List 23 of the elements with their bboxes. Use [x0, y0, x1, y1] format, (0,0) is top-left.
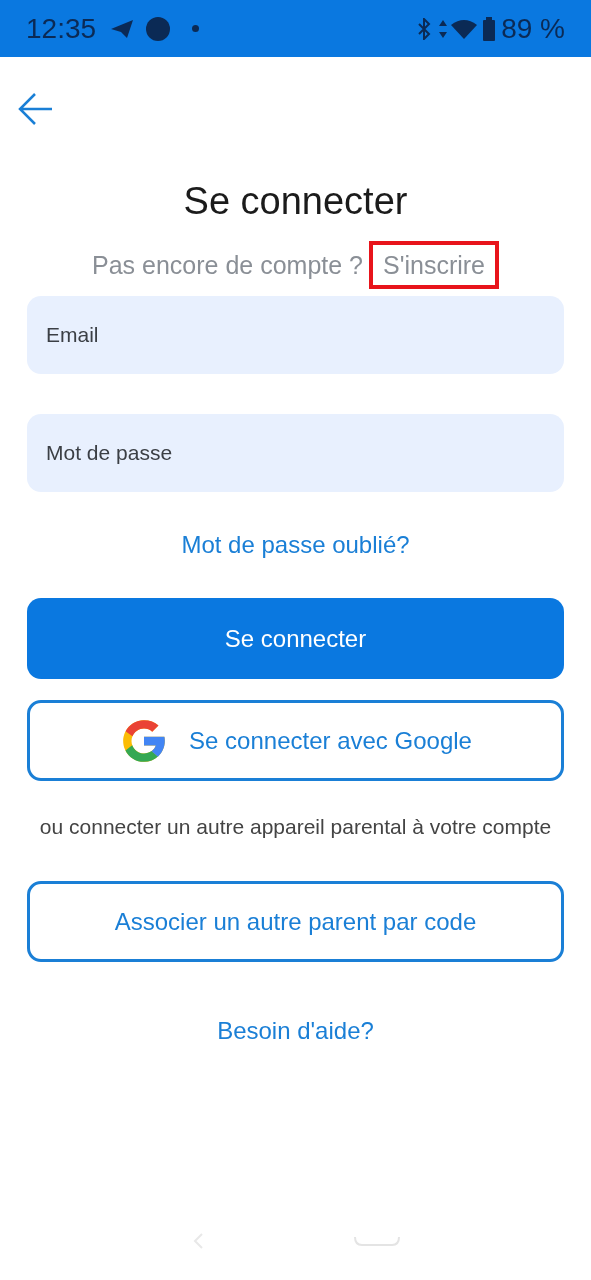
signup-prompt: Pas encore de compte ?	[92, 250, 363, 281]
associate-parent-button[interactable]: Associer un autre parent par code	[27, 881, 564, 962]
input-field[interactable]: Mot de passe	[27, 414, 564, 492]
bluetooth-icon	[417, 17, 432, 40]
page-title: Se connecter	[183, 179, 408, 224]
help-link[interactable]: Besoin d'aide?	[217, 1016, 374, 1046]
dot-icon	[192, 25, 200, 32]
clock-time: 12:35	[26, 11, 97, 46]
home-pill-icon[interactable]	[353, 1236, 400, 1246]
google-login-button[interactable]: Se connecter avec Google	[27, 700, 564, 781]
circle-icon	[146, 16, 171, 41]
data-arrows-icon	[439, 19, 448, 38]
back-arrow-icon[interactable]	[18, 91, 54, 127]
input-field[interactable]: Email	[27, 296, 564, 374]
wifi-icon	[451, 18, 478, 39]
paper-plane-icon	[110, 17, 135, 40]
forgot-password-link[interactable]: Mot de passe oublié?	[181, 530, 410, 560]
login-button[interactable]: Se connecter	[27, 598, 564, 679]
signup-link[interactable]: S'inscrire	[369, 241, 499, 289]
battery-percentage: 89 %	[501, 11, 565, 46]
other-device-text: ou connecter un autre appareil parental à votre compte	[38, 814, 553, 840]
google-login-label: Se connecter avec Google	[189, 725, 472, 756]
battery-icon	[483, 16, 496, 41]
